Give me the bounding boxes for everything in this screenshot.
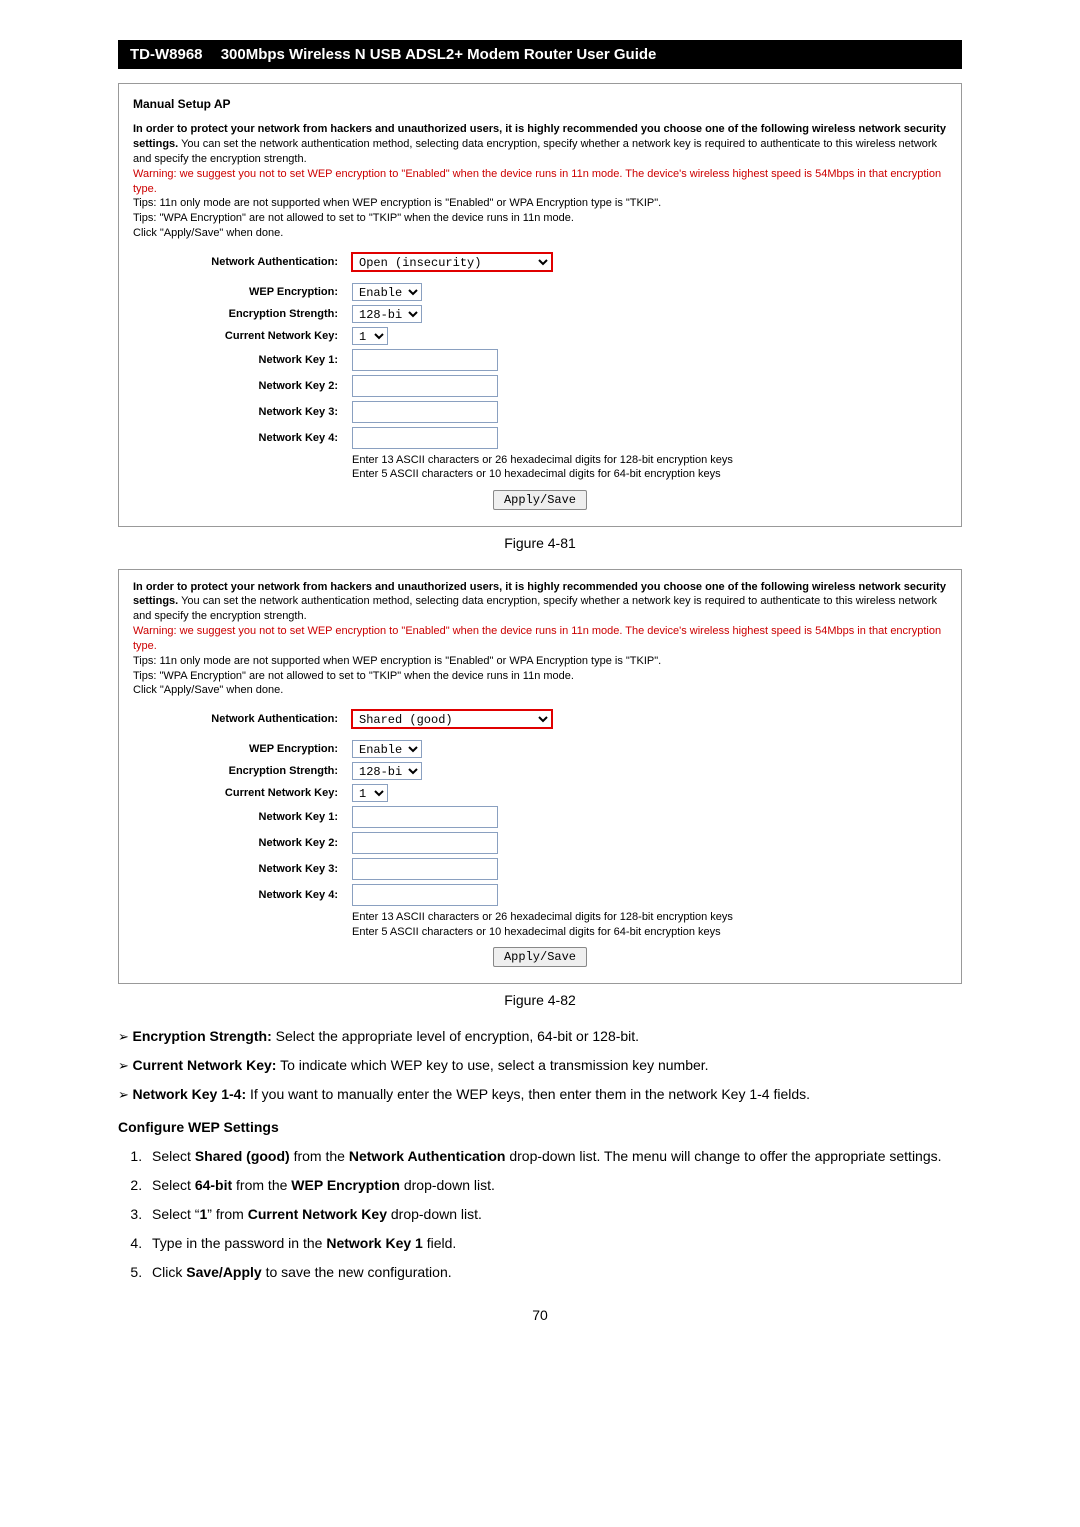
label-curkey-2: Current Network Key: <box>133 786 338 801</box>
label-k3-2: Network Key 3: <box>133 862 338 877</box>
step-3: Select “1” from Current Network Key drop… <box>146 1204 962 1225</box>
label-wepenc-1: WEP Encryption: <box>133 285 338 300</box>
model-number: TD-W8968 <box>130 46 203 63</box>
panel1-blurb: In order to protect your network from ha… <box>133 122 947 167</box>
network-key-1-input-2[interactable] <box>352 806 498 828</box>
panel1-hint1: Enter 13 ASCII characters or 26 hexadeci… <box>352 453 947 467</box>
manual-setup-panel-2: In order to protect your network from ha… <box>118 569 962 984</box>
label-encstr-1: Encryption Strength: <box>133 307 338 322</box>
figure-caption-2: Figure 4-82 <box>118 992 962 1008</box>
label-k3-1: Network Key 3: <box>133 405 338 420</box>
step-2: Select 64-bit from the WEP Encryption dr… <box>146 1175 962 1196</box>
header-bar: TD-W8968 300Mbps Wireless N USB ADSL2+ M… <box>118 40 962 69</box>
network-key-2-input-2[interactable] <box>352 832 498 854</box>
panel2-blurb: In order to protect your network from ha… <box>133 580 947 625</box>
encryption-strength-select-2[interactable]: 128-bit <box>352 762 422 780</box>
label-wepenc-2: WEP Encryption: <box>133 742 338 757</box>
network-key-3-input-1[interactable] <box>352 401 498 423</box>
network-key-1-input-1[interactable] <box>352 349 498 371</box>
configure-wep-heading: Configure WEP Settings <box>118 1117 962 1138</box>
network-key-4-input-1[interactable] <box>352 427 498 449</box>
label-curkey-1: Current Network Key: <box>133 329 338 344</box>
panel1-warning: Warning: we suggest you not to set WEP e… <box>133 167 947 197</box>
label-encstr-2: Encryption Strength: <box>133 764 338 779</box>
panel1-hint2: Enter 5 ASCII characters or 10 hexadecim… <box>352 467 947 481</box>
page-number: 70 <box>118 1307 962 1323</box>
current-network-key-select-1[interactable]: 1 <box>352 327 388 345</box>
bullet-encryption-strength: Encryption Strength: Select the appropri… <box>118 1026 962 1047</box>
panel2-hint2: Enter 5 ASCII characters or 10 hexadecim… <box>352 925 947 939</box>
step-5: Click Save/Apply to save the new configu… <box>146 1262 962 1283</box>
label-k2-2: Network Key 2: <box>133 836 338 851</box>
apply-save-button-2[interactable]: Apply/Save <box>493 947 587 967</box>
apply-save-button-1[interactable]: Apply/Save <box>493 490 587 510</box>
label-k4-1: Network Key 4: <box>133 431 338 446</box>
label-k4-2: Network Key 4: <box>133 888 338 903</box>
wep-encryption-select-2[interactable]: Enabled <box>352 740 422 758</box>
network-key-3-input-2[interactable] <box>352 858 498 880</box>
panel1-tips1: Tips: 11n only mode are not supported wh… <box>133 196 947 211</box>
network-key-4-input-2[interactable] <box>352 884 498 906</box>
panel1-tips2: Tips: "WPA Encryption" are not allowed t… <box>133 211 947 226</box>
panel2-blurb-rest: You can set the network authentication m… <box>133 595 937 622</box>
current-network-key-select-2[interactable]: 1 <box>352 784 388 802</box>
network-authentication-select-1[interactable]: Open (insecurity) <box>352 253 552 271</box>
header-title: 300Mbps Wireless N USB ADSL2+ Modem Rout… <box>221 46 657 63</box>
panel2-hint1: Enter 13 ASCII characters or 26 hexadeci… <box>352 910 947 924</box>
label-k1-2: Network Key 1: <box>133 810 338 825</box>
label-netauth-1: Network Authentication: <box>133 255 338 270</box>
panel2-tips1: Tips: 11n only mode are not supported wh… <box>133 654 947 669</box>
network-key-2-input-1[interactable] <box>352 375 498 397</box>
panel2-tips3: Click "Apply/Save" when done. <box>133 683 947 698</box>
panel1-title: Manual Setup AP <box>133 96 947 112</box>
panel1-blurb-rest: You can set the network authentication m… <box>133 138 937 165</box>
steps-list: Select Shared (good) from the Network Au… <box>128 1146 962 1283</box>
bullet-current-network-key: Current Network Key: To indicate which W… <box>118 1055 962 1076</box>
panel2-warning: Warning: we suggest you not to set WEP e… <box>133 624 947 654</box>
figure-caption-1: Figure 4-81 <box>118 535 962 551</box>
bullet-network-key-1-4: Network Key 1-4: If you want to manually… <box>118 1084 962 1105</box>
encryption-strength-select-1[interactable]: 128-bit <box>352 305 422 323</box>
manual-setup-panel-1: Manual Setup AP In order to protect your… <box>118 83 962 527</box>
label-k2-1: Network Key 2: <box>133 379 338 394</box>
panel1-tips3: Click "Apply/Save" when done. <box>133 226 947 241</box>
step-4: Type in the password in the Network Key … <box>146 1233 962 1254</box>
panel2-tips2: Tips: "WPA Encryption" are not allowed t… <box>133 669 947 684</box>
label-netauth-2: Network Authentication: <box>133 712 338 727</box>
bullet-list: Encryption Strength: Select the appropri… <box>118 1026 962 1105</box>
step-1: Select Shared (good) from the Network Au… <box>146 1146 962 1167</box>
wep-encryption-select-1[interactable]: Enabled <box>352 283 422 301</box>
network-authentication-select-2[interactable]: Shared (good) <box>352 710 552 728</box>
label-k1-1: Network Key 1: <box>133 353 338 368</box>
